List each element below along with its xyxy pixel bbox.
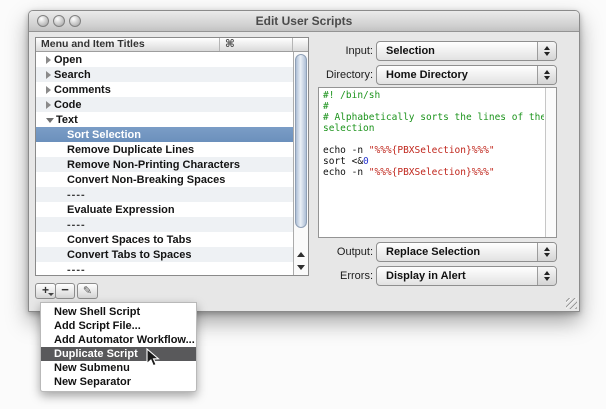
list-row[interactable]: ---- bbox=[36, 217, 293, 232]
list-row[interactable]: Code bbox=[36, 97, 293, 112]
list-row-label: Convert Spaces to Tabs bbox=[67, 234, 192, 246]
column-header-menu-titles[interactable]: Menu and Item Titles bbox=[36, 38, 220, 51]
resize-grip[interactable] bbox=[566, 298, 577, 309]
list-row-label: Comments bbox=[54, 84, 111, 96]
errors-label: Errors: bbox=[259, 266, 373, 286]
add-script-button[interactable]: + bbox=[35, 283, 56, 299]
edit-user-scripts-window: Edit User Scripts Menu and Item Titles ⌘… bbox=[28, 10, 580, 312]
list-row-label: Search bbox=[54, 69, 91, 81]
list-row[interactable]: Open bbox=[36, 52, 293, 67]
list-row[interactable]: Comments bbox=[36, 82, 293, 97]
list-row[interactable]: Text bbox=[36, 112, 293, 127]
list-row-label: ---- bbox=[67, 264, 86, 276]
list-row-label: Convert Tabs to Spaces bbox=[67, 249, 192, 261]
popup-stepper-icon bbox=[537, 243, 556, 261]
errors-popup-value: Display in Alert bbox=[386, 267, 466, 285]
disclosure-collapsed-icon[interactable] bbox=[46, 56, 51, 64]
disclosure-collapsed-icon[interactable] bbox=[46, 86, 51, 94]
script-editor[interactable]: #! /bin/sh## Alphabetically sorts the li… bbox=[318, 87, 557, 238]
list-row[interactable]: ---- bbox=[36, 187, 293, 202]
minus-icon: − bbox=[61, 282, 69, 297]
menu-item[interactable]: Add Script File... bbox=[41, 319, 196, 333]
output-popup-value: Replace Selection bbox=[386, 243, 480, 261]
window-titlebar[interactable]: Edit User Scripts bbox=[29, 11, 579, 32]
script-code[interactable]: #! /bin/sh## Alphabetically sorts the li… bbox=[323, 90, 544, 237]
directory-popup[interactable]: Home Directory bbox=[376, 65, 557, 85]
window-title: Edit User Scripts bbox=[29, 11, 579, 32]
code-line: # bbox=[323, 101, 544, 112]
errors-popup[interactable]: Display in Alert bbox=[376, 266, 557, 286]
add-script-menu: New Shell ScriptAdd Script File...Add Au… bbox=[40, 302, 197, 392]
output-popup[interactable]: Replace Selection bbox=[376, 242, 557, 262]
output-label: Output: bbox=[259, 242, 373, 262]
input-popup-value: Selection bbox=[386, 42, 435, 60]
code-line: sort <&0 bbox=[323, 156, 544, 167]
list-row-label: Remove Non-Printing Characters bbox=[67, 159, 240, 171]
list-row-label: Sort Selection bbox=[67, 129, 141, 141]
list-row-label: ---- bbox=[67, 189, 86, 201]
pencil-icon: ✎ bbox=[83, 284, 92, 297]
zoom-button[interactable] bbox=[69, 15, 81, 27]
code-line: echo -n "%%%{PBXSelection}%%%" bbox=[323, 167, 544, 178]
close-button[interactable] bbox=[37, 15, 49, 27]
popup-stepper-icon bbox=[537, 66, 556, 84]
desktop: Edit User Scripts Menu and Item Titles ⌘… bbox=[0, 0, 606, 409]
list-row[interactable]: ---- bbox=[36, 262, 293, 275]
list-row[interactable]: Sort Selection bbox=[36, 127, 293, 142]
disclosure-collapsed-icon[interactable] bbox=[46, 71, 51, 79]
disclosure-expanded-icon[interactable] bbox=[46, 118, 54, 123]
disclosure-collapsed-icon[interactable] bbox=[46, 101, 51, 109]
code-line: echo -n "%%%{PBXSelection}%%%" bbox=[323, 145, 544, 156]
list-row[interactable]: Convert Spaces to Tabs bbox=[36, 232, 293, 247]
list-row[interactable]: Search bbox=[36, 67, 293, 82]
input-label: Input: bbox=[259, 41, 373, 61]
code-line: #! /bin/sh bbox=[323, 90, 544, 101]
add-menu-caret-icon bbox=[48, 293, 54, 296]
list-row-label: Open bbox=[54, 54, 82, 66]
menu-item[interactable]: Add Automator Workflow... bbox=[41, 333, 196, 347]
directory-popup-value: Home Directory bbox=[386, 66, 468, 84]
popup-stepper-icon bbox=[537, 267, 556, 285]
code-line: # Alphabetically sorts the lines of the bbox=[323, 112, 544, 123]
list-row-label: Remove Duplicate Lines bbox=[67, 144, 194, 156]
list-row[interactable]: Remove Duplicate Lines bbox=[36, 142, 293, 157]
window-content: Menu and Item Titles ⌘ OpenSearchComment… bbox=[29, 33, 579, 311]
menu-item[interactable]: Duplicate Script bbox=[41, 347, 196, 361]
editor-scrollbar[interactable] bbox=[545, 88, 556, 237]
minimize-button[interactable] bbox=[53, 15, 65, 27]
remove-script-button[interactable]: − bbox=[55, 283, 75, 299]
popup-stepper-icon bbox=[537, 42, 556, 60]
code-line bbox=[323, 134, 544, 145]
list-row-label: Evaluate Expression bbox=[67, 204, 175, 216]
menu-item[interactable]: New Separator bbox=[41, 375, 196, 389]
menu-item[interactable]: New Submenu bbox=[41, 361, 196, 375]
list-row-label: Code bbox=[54, 99, 82, 111]
input-popup[interactable]: Selection bbox=[376, 41, 557, 61]
list-row[interactable]: Convert Tabs to Spaces bbox=[36, 247, 293, 262]
list-row[interactable]: Remove Non-Printing Characters bbox=[36, 157, 293, 172]
mouse-cursor bbox=[146, 348, 162, 368]
list-row-label: Text bbox=[56, 114, 78, 126]
list-row[interactable]: Evaluate Expression bbox=[36, 202, 293, 217]
edit-script-button[interactable]: ✎ bbox=[77, 283, 98, 299]
menu-item[interactable]: New Shell Script bbox=[41, 305, 196, 319]
list-row-label: Convert Non-Breaking Spaces bbox=[67, 174, 225, 186]
directory-label: Directory: bbox=[259, 65, 373, 85]
window-controls bbox=[37, 15, 81, 27]
list-row-label: ---- bbox=[67, 219, 86, 231]
list-rows: Open Search Comments Code Text Sort Selection… bbox=[36, 52, 293, 275]
code-line: selection bbox=[323, 123, 544, 134]
list-row[interactable]: Convert Non-Breaking Spaces bbox=[36, 172, 293, 187]
